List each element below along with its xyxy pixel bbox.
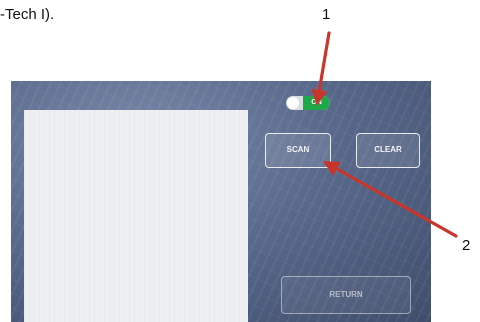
return-button[interactable]: RETURN <box>281 276 411 314</box>
clear-button[interactable]: CLEAR <box>356 133 420 168</box>
power-toggle[interactable]: ON <box>286 96 330 110</box>
toggle-on-label: ON <box>303 96 330 110</box>
device-screen: ON SCAN CLEAR RETURN <box>11 81 431 322</box>
caption-text: -Tech I). <box>0 6 55 23</box>
callout-number-1: 1 <box>322 6 331 23</box>
scan-preview-area <box>24 110 248 322</box>
callout-number-2: 2 <box>462 237 471 254</box>
scan-button[interactable]: SCAN <box>265 133 331 168</box>
toggle-knob <box>287 97 299 109</box>
